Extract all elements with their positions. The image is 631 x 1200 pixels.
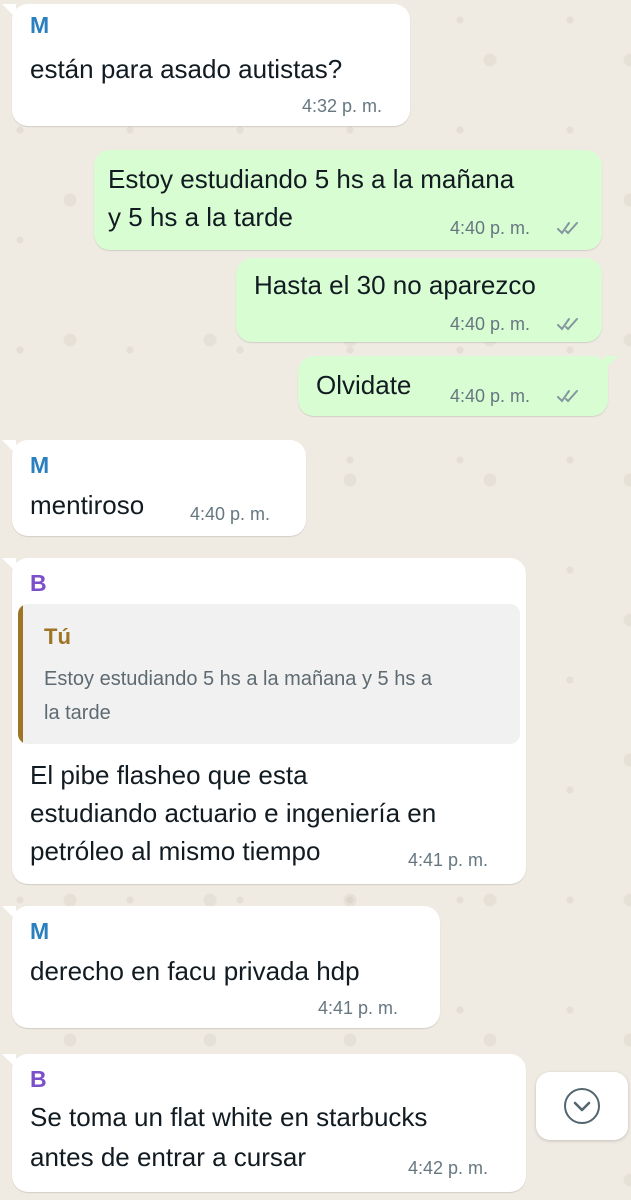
quote-text: Estoy estudiando 5 hs a la mañana y 5 hs… bbox=[44, 668, 433, 690]
message-time: 4:41 p. m. bbox=[408, 850, 489, 870]
quoted-message[interactable]: Tú Estoy estudiando 5 hs a la mañana y 5… bbox=[18, 604, 520, 744]
message-text: antes de entrar a cursar bbox=[30, 1142, 307, 1172]
message-bubble-incoming[interactable]: B Se toma un flat white en starbucks ant… bbox=[2, 1054, 526, 1192]
message-text: Estoy estudiando 5 hs a la mañana bbox=[108, 164, 515, 194]
message-bubble-outgoing[interactable]: Hasta el 30 no aparezco 4:40 p. m. bbox=[236, 258, 602, 342]
message-bubble-incoming[interactable]: M derecho en facu privada hdp 4:41 p. m. bbox=[2, 906, 440, 1028]
message-text: mentiroso bbox=[30, 490, 145, 520]
message-time: 4:32 p. m. bbox=[302, 96, 383, 116]
message-time: 4:40 p. m. bbox=[190, 504, 271, 524]
quote-text: la tarde bbox=[44, 702, 111, 724]
message-text: y 5 hs a la tarde bbox=[108, 202, 293, 232]
message-text: petróleo al mismo tiempo bbox=[30, 836, 321, 866]
message-text: derecho en facu privada hdp bbox=[30, 956, 360, 986]
message-text: estudiando actuario e ingeniería en bbox=[30, 798, 437, 828]
message-bubble-incoming[interactable]: B Tú Estoy estudiando 5 hs a la mañana y… bbox=[2, 558, 526, 884]
message-time: 4:42 p. m. bbox=[408, 1158, 489, 1178]
double-check-icon bbox=[557, 390, 578, 403]
message-text: Hasta el 30 no aparezco bbox=[254, 270, 536, 300]
message-bubble-outgoing[interactable]: Olvidate 4:40 p. m. bbox=[298, 356, 618, 416]
message-time: 4:41 p. m. bbox=[318, 998, 399, 1018]
scroll-to-bottom-button[interactable] bbox=[536, 1072, 628, 1140]
message-bubble-outgoing[interactable]: Estoy estudiando 5 hs a la mañana y 5 hs… bbox=[94, 150, 602, 250]
message-text: están para asado autistas? bbox=[30, 54, 343, 84]
sender-name: M bbox=[30, 918, 50, 944]
message-text: Olvidate bbox=[316, 370, 412, 400]
sender-name: M bbox=[30, 452, 50, 478]
message-time: 4:40 p. m. bbox=[450, 218, 531, 238]
quote-accent-bar bbox=[18, 604, 23, 744]
double-check-icon bbox=[557, 222, 578, 235]
double-check-icon bbox=[557, 318, 578, 331]
message-bubble-incoming[interactable]: M están para asado autistas? 4:32 p. m. bbox=[2, 4, 410, 126]
chevron-down-icon bbox=[564, 1088, 600, 1124]
message-text: El pibe flasheo que esta bbox=[30, 760, 308, 790]
message-time: 4:40 p. m. bbox=[450, 314, 531, 334]
message-time: 4:40 p. m. bbox=[450, 386, 531, 406]
message-text: Se toma un flat white en starbucks bbox=[30, 1102, 428, 1132]
sender-name: B bbox=[30, 1066, 47, 1092]
sender-name: B bbox=[30, 570, 47, 596]
message-bubble-incoming[interactable]: M mentiroso 4:40 p. m. bbox=[2, 440, 306, 536]
sender-name: M bbox=[30, 12, 50, 38]
quote-author: Tú bbox=[44, 624, 71, 649]
